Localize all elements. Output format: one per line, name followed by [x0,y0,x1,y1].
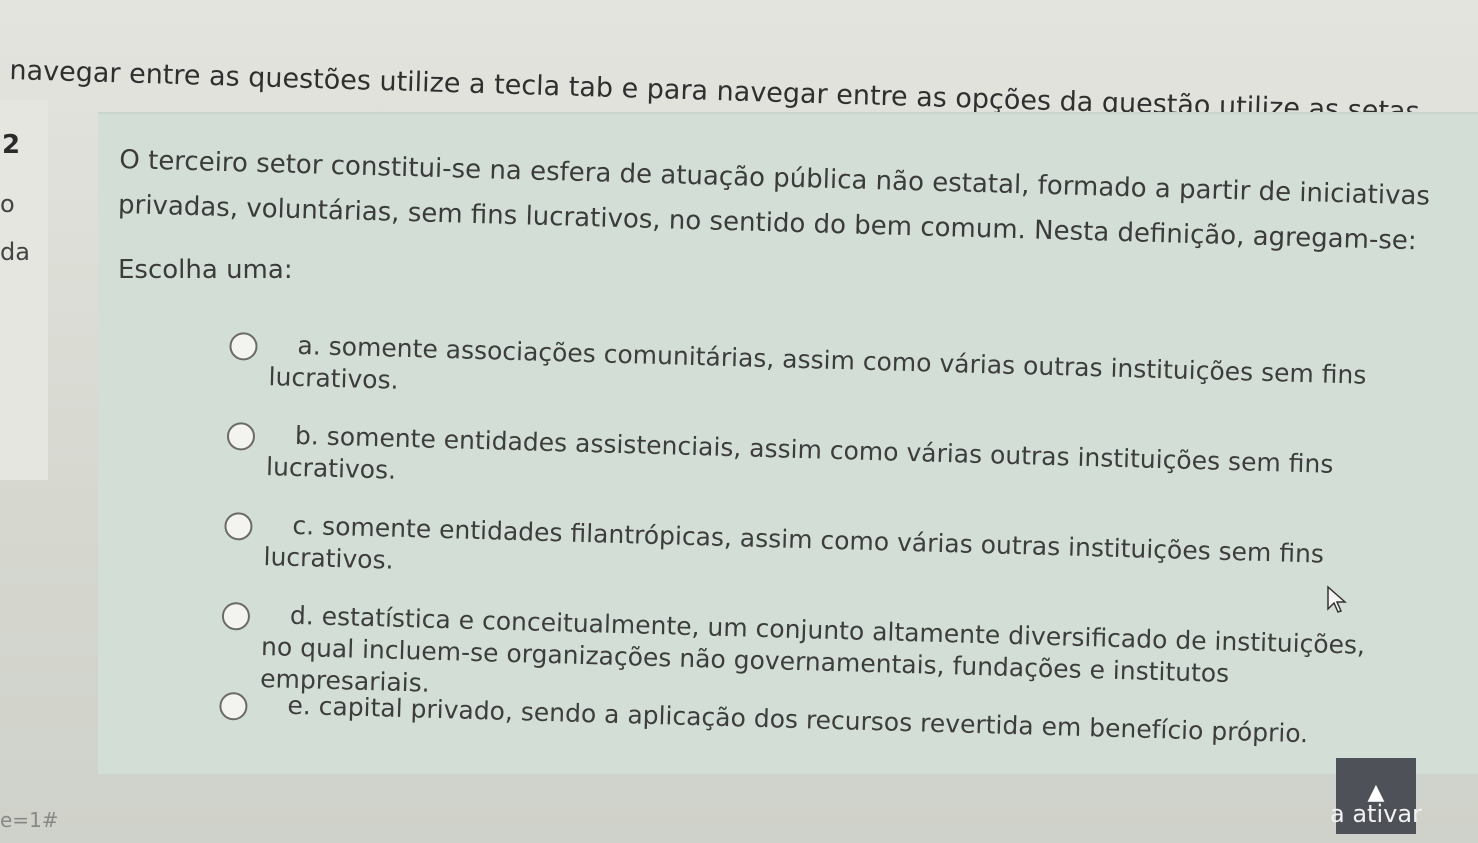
quiz-page: navegar entre as questões utilize a tecl… [0,0,1478,843]
question-status: o [0,190,15,218]
radio-d[interactable] [221,601,251,631]
radio-b[interactable] [226,421,256,451]
shortcut-text: e=1# [0,808,59,832]
mouse-cursor-icon [1327,585,1347,613]
question-number: 2 [2,130,21,160]
question-grade: da [0,238,30,266]
option-e-letter: e. [287,690,312,721]
question-info-panel: 2 o da [0,100,48,480]
radio-e[interactable] [219,691,248,721]
windows-activation-watermark: a ativar [1330,800,1422,828]
option-b-letter: b. [294,420,320,451]
answer-options: a. somente associações comunitárias, ass… [218,328,1409,781]
option-a-letter: a. [297,330,322,361]
radio-a[interactable] [229,331,258,361]
option-c-letter: c. [292,510,315,541]
option-d-letter: d. [289,600,315,631]
choose-label: Escolha uma: [118,255,293,285]
radio-c[interactable] [224,511,253,541]
